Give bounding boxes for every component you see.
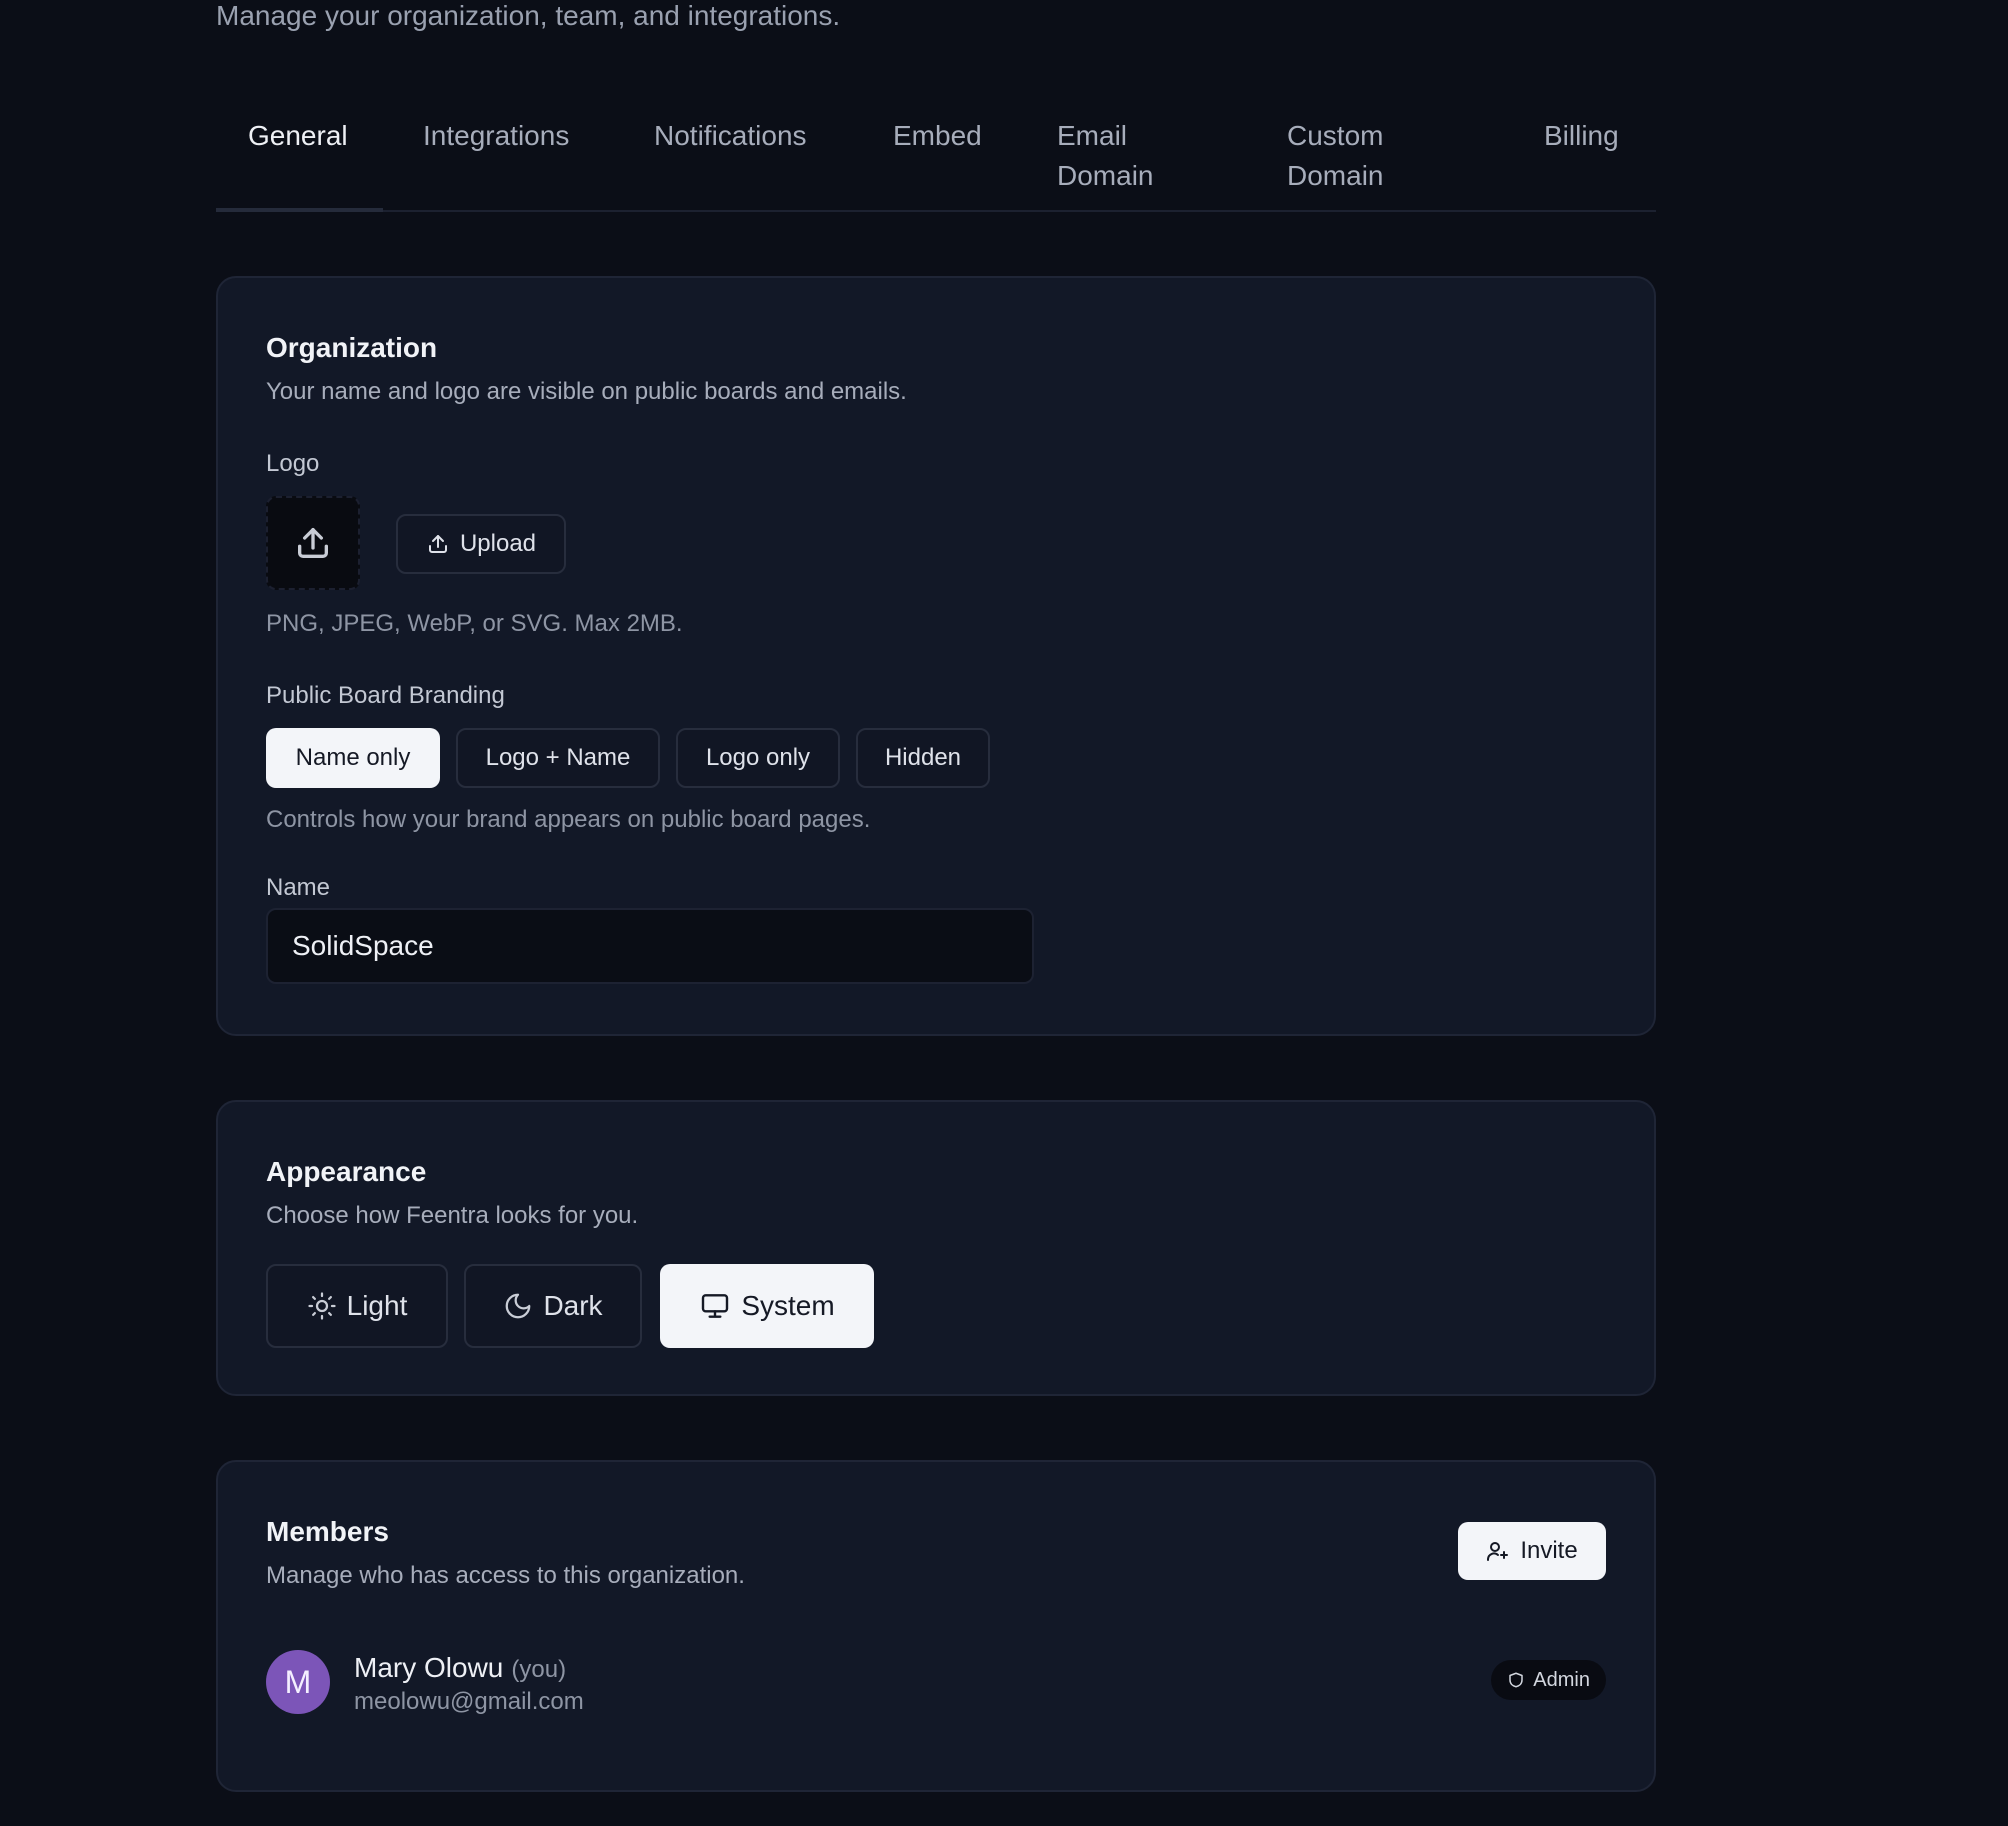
branding-hint: Controls how your brand appears on publi… bbox=[266, 806, 871, 833]
organization-title: Organization bbox=[266, 332, 438, 363]
logo-label: Logo bbox=[266, 450, 320, 477]
tab-billing[interactable]: Billing bbox=[1544, 116, 1619, 156]
upload-button-label: Upload bbox=[459, 530, 537, 557]
branding-option-hidden[interactable]: Hidden bbox=[856, 728, 990, 788]
theme-light-label: Light bbox=[346, 1290, 408, 1321]
logo-hint: PNG, JPEG, WebP, or SVG. Max 2MB. bbox=[266, 610, 683, 637]
branding-option-name-only[interactable]: Name only bbox=[266, 728, 440, 788]
active-tab-indicator bbox=[216, 208, 383, 212]
theme-dark-button[interactable]: Dark bbox=[464, 1264, 642, 1348]
invite-button[interactable]: Invite bbox=[1458, 1522, 1606, 1580]
logo-dropzone[interactable] bbox=[266, 496, 360, 590]
organization-name-input[interactable] bbox=[266, 908, 1034, 984]
theme-light-button[interactable]: Light bbox=[266, 1264, 448, 1348]
tab-email-domain[interactable]: Email Domain bbox=[1057, 116, 1187, 196]
member-email: meolowu@gmail.com bbox=[354, 1688, 584, 1715]
members-title: Members bbox=[266, 1516, 389, 1547]
tab-integrations[interactable]: Integrations bbox=[423, 116, 569, 156]
member-name: Mary Olowu bbox=[354, 1652, 504, 1683]
sun-icon bbox=[307, 1291, 337, 1321]
monitor-icon bbox=[699, 1290, 731, 1322]
theme-dark-label: Dark bbox=[543, 1290, 603, 1321]
tab-general[interactable]: General bbox=[248, 116, 348, 156]
appearance-title: Appearance bbox=[266, 1156, 427, 1187]
role-badge: Admin bbox=[1491, 1660, 1606, 1700]
members-description: Manage who has access to this organizati… bbox=[266, 1562, 745, 1589]
shield-icon bbox=[1507, 1671, 1525, 1689]
upload-small-icon bbox=[426, 532, 450, 556]
invite-button-label: Invite bbox=[1520, 1537, 1578, 1564]
upload-button[interactable]: Upload bbox=[396, 514, 566, 574]
member-you-tag: (you) bbox=[511, 1656, 567, 1683]
member-name-line: Mary Olowu (you) bbox=[354, 1652, 566, 1684]
branding-option-logo-only[interactable]: Logo only bbox=[676, 728, 840, 788]
members-card: Members Manage who has access to this or… bbox=[216, 1460, 1656, 1792]
theme-system-button[interactable]: System bbox=[660, 1264, 874, 1348]
settings-tabs: General Integrations Notifications Embed… bbox=[216, 104, 1656, 212]
avatar: M bbox=[266, 1650, 330, 1714]
organization-description: Your name and logo are visible on public… bbox=[266, 378, 907, 405]
moon-icon bbox=[503, 1291, 533, 1321]
name-label: Name bbox=[266, 874, 331, 901]
upload-icon bbox=[293, 523, 333, 563]
appearance-description: Choose how Feentra looks for you. bbox=[266, 1202, 639, 1229]
tab-custom-domain[interactable]: Custom Domain bbox=[1287, 116, 1417, 196]
appearance-card: Appearance Choose how Feentra looks for … bbox=[216, 1100, 1656, 1396]
tab-embed[interactable]: Embed bbox=[893, 116, 982, 156]
organization-card: Organization Your name and logo are visi… bbox=[216, 276, 1656, 1036]
branding-label: Public Board Branding bbox=[266, 682, 505, 709]
page-subtitle: Manage your organization, team, and inte… bbox=[216, 0, 841, 31]
theme-system-label: System bbox=[741, 1290, 835, 1321]
user-plus-icon bbox=[1486, 1539, 1510, 1563]
role-badge-label: Admin bbox=[1533, 1668, 1590, 1691]
tab-notifications[interactable]: Notifications bbox=[654, 116, 807, 156]
settings-page: Manage your organization, team, and inte… bbox=[0, 0, 2008, 1826]
branding-option-logo-name[interactable]: Logo + Name bbox=[456, 728, 660, 788]
